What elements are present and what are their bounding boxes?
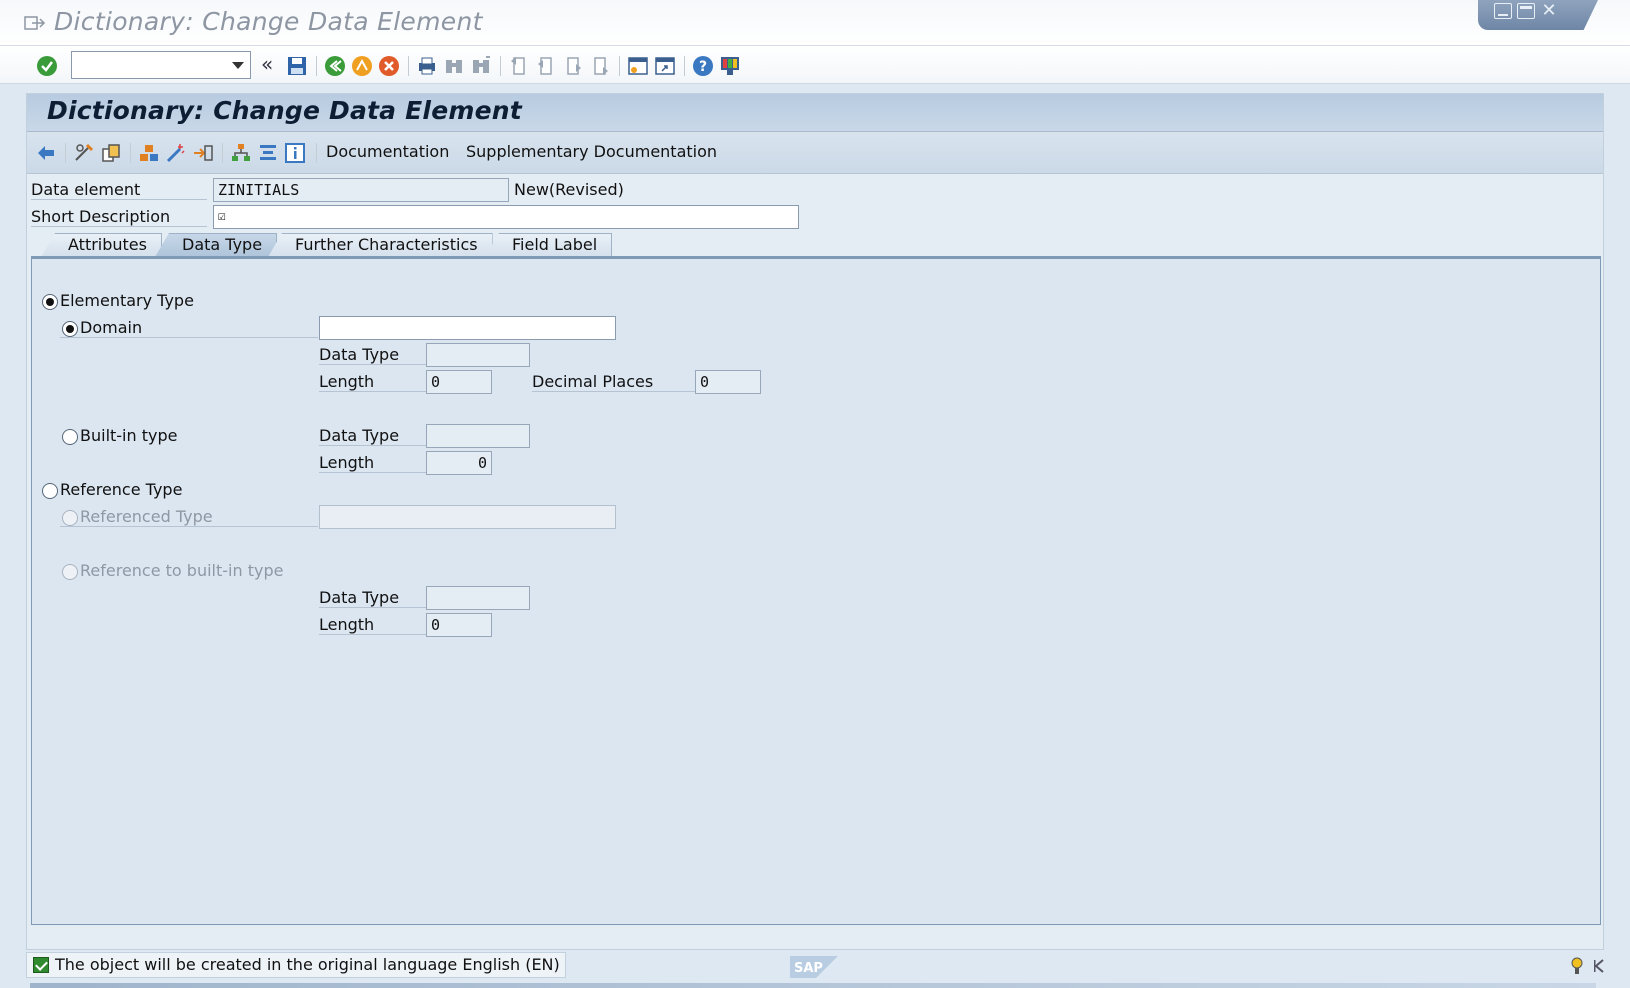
reference-type-radio[interactable]: [42, 483, 58, 499]
ref-length-field: 0: [426, 613, 492, 637]
ref-length-label: Length: [319, 615, 426, 635]
tab-attributes[interactable]: Attributes: [41, 233, 162, 257]
customize-layout-icon[interactable]: [719, 55, 741, 77]
shortcut-icon[interactable]: [654, 55, 676, 77]
svg-text:?: ?: [699, 59, 707, 75]
minimize-icon[interactable]: [1494, 3, 1512, 19]
short-description-field[interactable]: ☑: [213, 205, 799, 229]
activate-icon[interactable]: [165, 142, 187, 164]
screen-area: Dictionary: Change Data Element Document…: [26, 93, 1604, 950]
reference-type-label: Reference Type: [60, 480, 183, 499]
ref-data-type-field: [426, 586, 530, 610]
builtin-data-type-label: Data Type: [319, 426, 426, 446]
standard-toolbar: « ?: [0, 46, 1630, 84]
application-toolbar: Documentation Supplementary Documentatio…: [27, 132, 1603, 174]
help-icon[interactable]: ?: [692, 55, 714, 77]
where-used-icon[interactable]: [192, 142, 214, 164]
chevron-down-icon[interactable]: [232, 62, 244, 69]
first-page-icon[interactable]: [508, 55, 530, 77]
exit-icon[interactable]: [351, 55, 373, 77]
system-menu-icon[interactable]: [24, 14, 46, 32]
ref-data-type-label: Data Type: [319, 588, 426, 608]
previous-page-icon[interactable]: [535, 55, 557, 77]
domain-data-type-label: Data Type: [319, 345, 426, 365]
supplementary-documentation-button[interactable]: Supplementary Documentation: [466, 142, 717, 161]
cancel-icon[interactable]: [378, 55, 400, 77]
reference-builtin-label: Reference to built-in type: [80, 561, 284, 580]
bottom-strip: [30, 983, 1596, 988]
command-field[interactable]: [71, 51, 251, 79]
save-icon[interactable]: [286, 55, 308, 77]
documentation-button[interactable]: Documentation: [326, 142, 449, 161]
status-message: The object will be created in the origin…: [55, 955, 560, 974]
screen-title: Dictionary: Change Data Element: [47, 96, 522, 125]
decimal-places-field: 0: [695, 370, 761, 394]
display-change-icon[interactable]: [73, 142, 95, 164]
elementary-type-label: Elementary Type: [60, 291, 194, 310]
new-session-icon[interactable]: [627, 55, 649, 77]
reference-builtin-radio: [62, 564, 78, 580]
find-next-icon[interactable]: [470, 55, 492, 77]
window-title-bar: Dictionary: Change Data Element ✕: [0, 0, 1630, 46]
find-icon[interactable]: [443, 55, 465, 77]
tab-data-type[interactable]: Data Type: [155, 233, 278, 257]
domain-length-label: Length: [319, 372, 426, 392]
window-controls: ✕: [1478, 0, 1598, 30]
tab-strip: Attributes Data Type Further Characteris…: [41, 233, 641, 257]
tab-further-characteristics[interactable]: Further Characteristics: [268, 233, 493, 257]
data-type-tab-panel: Elementary Type Domain Data Type Length …: [31, 256, 1601, 925]
other-object-icon[interactable]: [100, 142, 122, 164]
status-bar[interactable]: The object will be created in the origin…: [26, 952, 566, 978]
last-page-icon[interactable]: [589, 55, 611, 77]
elementary-type-radio[interactable]: [42, 294, 58, 310]
hierarchy-icon[interactable]: [230, 142, 252, 164]
check-object-icon[interactable]: [138, 142, 160, 164]
system-info-icon[interactable]: [1568, 956, 1586, 976]
info-icon[interactable]: [284, 142, 306, 164]
sap-logo-icon: SAP: [790, 956, 838, 978]
success-check-icon: [33, 957, 49, 973]
screen-title-bar: Dictionary: Change Data Element: [27, 94, 1603, 132]
referenced-type-label: Referenced Type: [60, 507, 318, 527]
domain-data-type-field: [426, 343, 530, 367]
enter-check-icon[interactable]: [36, 55, 58, 77]
print-icon[interactable]: [416, 55, 438, 77]
back-icon[interactable]: [324, 55, 346, 77]
back-arrow-icon[interactable]: [35, 142, 57, 164]
short-description-label: Short Description: [31, 207, 207, 227]
decimal-places-label: Decimal Places: [532, 372, 695, 392]
close-icon[interactable]: ✕: [1540, 2, 1558, 20]
builtin-data-type-field: [426, 424, 530, 448]
maximize-icon[interactable]: [1517, 3, 1535, 19]
expand-status-icon[interactable]: [1592, 958, 1606, 974]
data-element-label: Data element: [31, 180, 207, 200]
svg-text:SAP: SAP: [794, 961, 823, 976]
builtin-length-label: Length: [319, 453, 426, 473]
collapse-command-icon[interactable]: «: [261, 52, 273, 76]
object-status: New(Revised): [514, 180, 624, 199]
domain-label: Domain: [60, 318, 318, 338]
window-title: Dictionary: Change Data Element: [54, 7, 483, 36]
tab-field-label[interactable]: Field Label: [485, 233, 613, 257]
next-page-icon[interactable]: [562, 55, 584, 77]
builtin-type-label: Built-in type: [80, 426, 178, 445]
domain-input[interactable]: [319, 316, 616, 340]
builtin-type-radio[interactable]: [62, 429, 78, 445]
data-element-field[interactable]: ZINITIALS: [213, 178, 509, 202]
builtin-length-field: 0: [426, 451, 492, 475]
navigation-window-icon[interactable]: [257, 142, 279, 164]
referenced-type-field: [319, 505, 616, 529]
domain-length-field: 0: [426, 370, 492, 394]
